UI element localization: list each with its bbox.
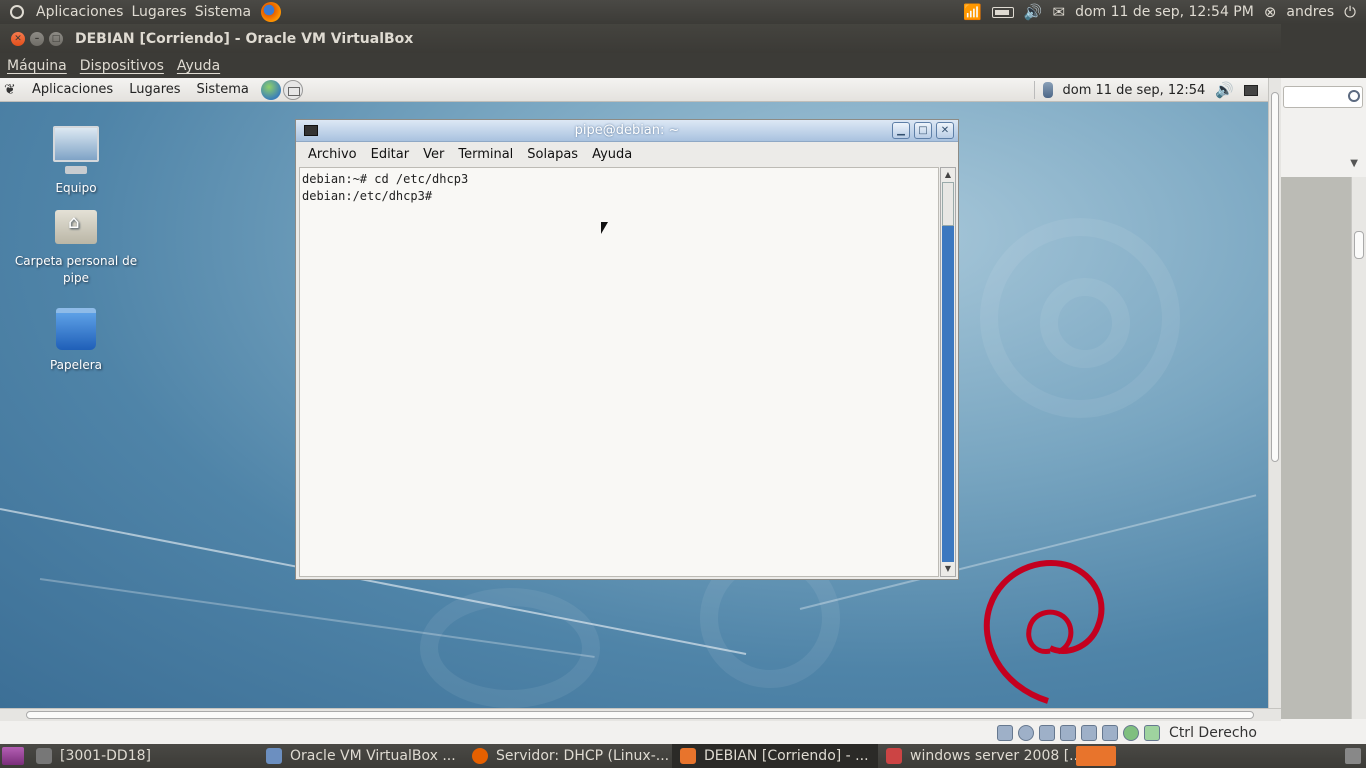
debian-tray-icon[interactable] — [1076, 746, 1116, 766]
virtualbox-icon — [266, 748, 282, 764]
network-icon[interactable] — [1060, 724, 1077, 741]
power-icon[interactable]: ⏻ — [1344, 3, 1356, 21]
taskbar-item[interactable]: windows server 2008 [... — [878, 744, 1076, 768]
desktop-icon-label: Carpeta personal de pipe — [14, 254, 138, 285]
scroll-down-icon[interactable]: ▼ — [941, 562, 955, 576]
mail-launcher-icon[interactable] — [282, 79, 303, 100]
mail-icon[interactable]: ✉ — [1052, 3, 1065, 21]
terminal-window[interactable]: pipe@debian: ~ ▁ □ ✕ Archivo Editar Ver … — [295, 119, 959, 580]
taskbar-item[interactable]: Servidor: DHCP (Linux-... — [464, 744, 672, 768]
guest-tray: dom 11 de sep, 12:54 🔊 — [1033, 78, 1269, 102]
trash-icon[interactable] — [1345, 748, 1361, 764]
vbox-menubar: Máquina Dispositivos Ayuda — [0, 53, 1281, 78]
terminal-maximize-button[interactable]: □ — [914, 122, 932, 139]
vm-vertical-scrollbar[interactable] — [1268, 78, 1281, 708]
search-icon[interactable] — [1348, 90, 1360, 102]
wifi-icon[interactable]: 📶 — [963, 3, 982, 21]
chevron-down-icon[interactable]: ▼ — [1350, 158, 1358, 169]
host-taskbar: [3001-DD18] Oracle VM VirtualBox ... Ser… — [0, 744, 1366, 768]
terminal-menu-archivo[interactable]: Archivo — [301, 147, 364, 162]
windows-server-icon — [886, 748, 902, 764]
terminal-menu-ayuda[interactable]: Ayuda — [585, 147, 639, 162]
window-minimize-button[interactable]: – — [30, 31, 44, 46]
guest-clock[interactable]: dom 11 de sep, 12:54 — [1063, 83, 1206, 98]
scrollbar-thumb[interactable] — [942, 182, 954, 226]
desktop-icon-papelera[interactable]: Papelera — [1, 308, 151, 374]
background-window-bottom — [1281, 719, 1366, 744]
volume-icon[interactable]: 🔊 — [1215, 81, 1234, 99]
battery-icon[interactable] — [991, 6, 1014, 18]
volume-icon[interactable]: 🔊 — [1024, 3, 1043, 21]
terminal-titlebar[interactable]: pipe@debian: ~ ▁ □ ✕ — [296, 120, 958, 142]
user-status-icon: ⊗ — [1263, 3, 1277, 21]
desktop-icon-carpeta-personal[interactable]: Carpeta personal de pipe — [1, 210, 151, 287]
show-desktop-button[interactable] — [2, 747, 24, 765]
terminal-menu-ver[interactable]: Ver — [416, 147, 451, 162]
network-monitor-icon[interactable] — [1244, 84, 1258, 96]
terminal-scrollbar[interactable]: ▲ ▼ — [940, 167, 956, 577]
browser-launcher-icon[interactable] — [260, 79, 281, 100]
vm-horizontal-scrollbar[interactable] — [0, 708, 1281, 721]
host-key-label: Ctrl Derecho — [1169, 724, 1257, 741]
usb-icon[interactable] — [1039, 724, 1056, 741]
terminal-menubar: Archivo Editar Ver Terminal Solapas Ayud… — [296, 142, 958, 166]
scroll-up-icon[interactable]: ▲ — [941, 168, 955, 182]
terminal-title: pipe@debian: ~ — [574, 123, 680, 138]
terminal-close-button[interactable]: ✕ — [936, 122, 954, 139]
vbox-titlebar[interactable]: ✕ – □ DEBIAN [Corriendo] - Oracle VM Vir… — [0, 24, 1281, 53]
terminal-menu-solapas[interactable]: Solapas — [520, 147, 585, 162]
vbox-menu-ayuda[interactable]: Ayuda — [170, 58, 226, 74]
terminal-menu-editar[interactable]: Editar — [364, 147, 417, 162]
cd-icon[interactable] — [1018, 724, 1035, 741]
vbox-menu-maquina[interactable]: Máquina — [0, 58, 73, 74]
vbox-menu-dispositivos[interactable]: Dispositivos — [73, 58, 170, 74]
taskbar-item[interactable]: Oracle VM VirtualBox ... — [258, 744, 464, 768]
window-maximize-button[interactable]: □ — [49, 31, 63, 46]
disk-icon[interactable] — [1042, 82, 1053, 98]
host-menu-lugares[interactable]: Lugares — [127, 0, 190, 24]
ubuntu-logo-icon[interactable] — [6, 1, 28, 23]
host-menu-sistema[interactable]: Sistema — [191, 0, 255, 24]
scrollbar-track[interactable] — [942, 182, 954, 562]
terminal-output[interactable]: debian:~# cd /etc/dhcp3 debian:/etc/dhcp… — [299, 167, 939, 577]
desktop-icon-label: Equipo — [55, 181, 97, 195]
terminal-menu-terminal[interactable]: Terminal — [451, 147, 520, 162]
terminal-line: debian:/etc/dhcp3# — [302, 189, 433, 203]
debian-icon — [680, 748, 696, 764]
host-tray: 📶 🔊 ✉ dom 11 de sep, 12:54 PM ⊗ andres ⏻ — [963, 0, 1366, 24]
terminal-minimize-button[interactable]: ▁ — [892, 122, 910, 139]
panel-separator — [1033, 81, 1035, 99]
firefox-icon — [472, 748, 488, 764]
host-menu-aplicaciones[interactable]: Aplicaciones — [32, 0, 127, 24]
shared-folder-icon[interactable] — [1081, 724, 1098, 741]
host-username[interactable]: andres — [1286, 4, 1334, 20]
taskbar-item-active[interactable]: DEBIAN [Corriendo] - ... — [672, 744, 878, 768]
firefox-launcher-icon[interactable] — [261, 2, 282, 22]
desktop-icon-label: Papelera — [49, 358, 103, 372]
trash-icon — [56, 308, 96, 350]
guest-menu-sistema[interactable]: Sistema — [189, 82, 257, 97]
desktop-icon-equipo[interactable]: Equipo — [1, 126, 151, 197]
home-folder-icon — [55, 210, 97, 244]
host-key-icon[interactable] — [1144, 724, 1161, 741]
hard-disk-icon[interactable] — [997, 724, 1014, 741]
mouse-pointer-icon — [601, 222, 608, 234]
window-close-button[interactable]: ✕ — [11, 31, 25, 46]
guest-menu-aplicaciones[interactable]: Aplicaciones — [24, 82, 121, 97]
vbox-statusbar: Ctrl Derecho — [0, 721, 1281, 744]
gnome-foot-icon[interactable]: ❦ — [4, 82, 18, 98]
mouse-integration-icon[interactable] — [1123, 724, 1140, 741]
capture-icon[interactable] — [1102, 724, 1119, 741]
guest-menu-lugares[interactable]: Lugares — [121, 82, 188, 97]
taskbar-item[interactable]: [3001-DD18] — [28, 744, 258, 768]
vbox-window-title: DEBIAN [Corriendo] - Oracle VM VirtualBo… — [75, 30, 414, 47]
terminal-line: debian:~# cd /etc/dhcp3 — [302, 172, 469, 186]
background-window: ▼ — [1281, 78, 1366, 719]
background-window-scrollbar[interactable] — [1351, 177, 1366, 719]
debian-logo — [983, 559, 1105, 704]
computer-icon — [53, 126, 99, 174]
host-clock[interactable]: dom 11 de sep, 12:54 PM — [1075, 4, 1254, 20]
